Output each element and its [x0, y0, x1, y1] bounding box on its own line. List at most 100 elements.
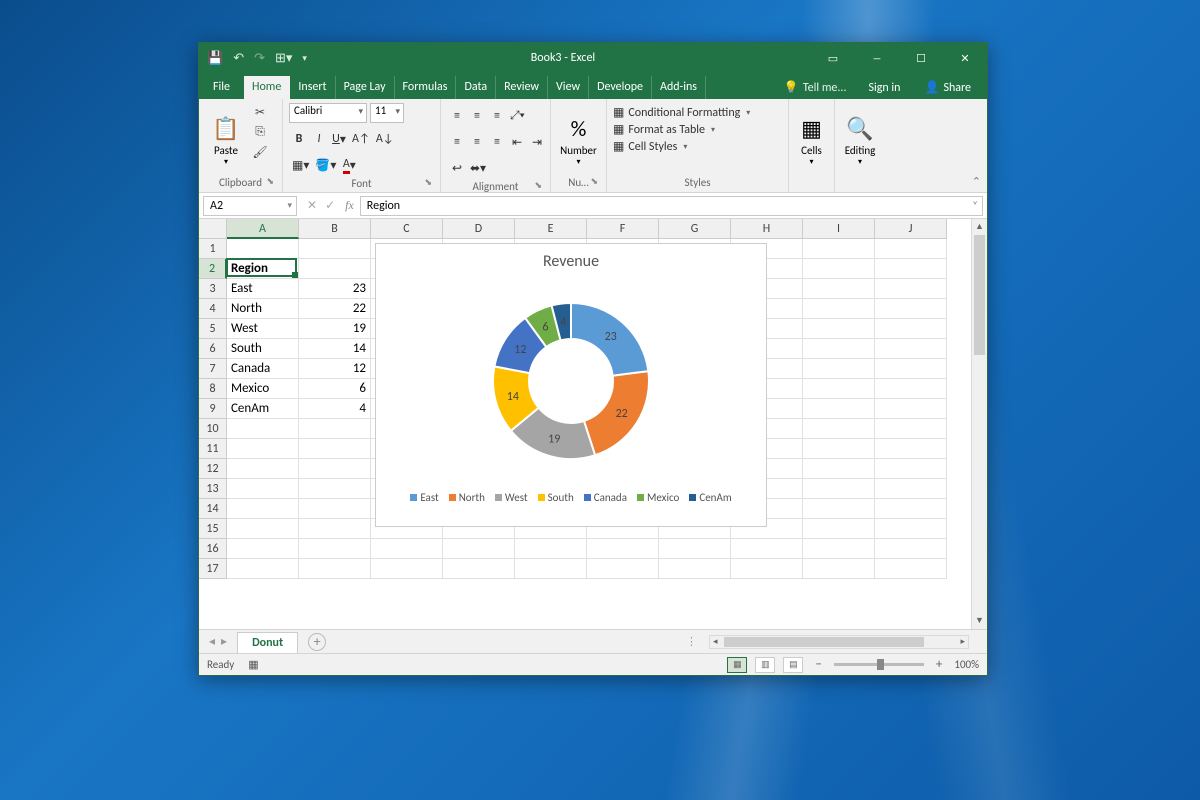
- cell-B2[interactable]: [299, 259, 371, 279]
- cell-B13[interactable]: [299, 479, 371, 499]
- scroll-down-icon[interactable]: ▼: [972, 613, 987, 629]
- row-header-11[interactable]: 11: [199, 439, 227, 459]
- cell-A10[interactable]: [227, 419, 299, 439]
- copy-icon[interactable]: ⎘: [251, 123, 269, 141]
- conditional-formatting-button[interactable]: ▦Conditional Formatting▾: [613, 105, 750, 120]
- cell-B8[interactable]: 6: [299, 379, 371, 399]
- row-header-16[interactable]: 16: [199, 539, 227, 559]
- row-header-14[interactable]: 14: [199, 499, 227, 519]
- cancel-formula-icon[interactable]: ✕: [307, 198, 317, 213]
- close-icon[interactable]: ✕: [943, 43, 987, 73]
- align-top-icon[interactable]: ≡: [447, 106, 467, 126]
- row-header-4[interactable]: 4: [199, 299, 227, 319]
- cell-B7[interactable]: 12: [299, 359, 371, 379]
- cell-B17[interactable]: [299, 559, 371, 579]
- cell-D16[interactable]: [443, 539, 515, 559]
- scroll-up-icon[interactable]: ▲: [972, 219, 987, 235]
- cell-J12[interactable]: [875, 459, 947, 479]
- cell-J1[interactable]: [875, 239, 947, 259]
- row-header-3[interactable]: 3: [199, 279, 227, 299]
- col-header-D[interactable]: D: [443, 219, 515, 239]
- cell-J6[interactable]: [875, 339, 947, 359]
- font-size-select[interactable]: 11: [370, 103, 404, 123]
- col-header-B[interactable]: B: [299, 219, 371, 239]
- col-header-J[interactable]: J: [875, 219, 947, 239]
- cell-I2[interactable]: [803, 259, 875, 279]
- tab-add-ins[interactable]: Add-ins: [652, 76, 706, 99]
- tell-me-search[interactable]: 💡Tell me...: [776, 80, 855, 95]
- underline-button[interactable]: U▾: [329, 129, 349, 149]
- row-header-13[interactable]: 13: [199, 479, 227, 499]
- cell-I8[interactable]: [803, 379, 875, 399]
- cell-B5[interactable]: 19: [299, 319, 371, 339]
- format-as-table-button[interactable]: ▦Format as Table▾: [613, 122, 750, 137]
- row-header-7[interactable]: 7: [199, 359, 227, 379]
- cell-E17[interactable]: [515, 559, 587, 579]
- align-right-icon[interactable]: ≡: [487, 132, 507, 152]
- indent-increase-icon[interactable]: ⇥: [527, 132, 547, 152]
- signin-link[interactable]: Sign in: [858, 81, 910, 95]
- cell-B12[interactable]: [299, 459, 371, 479]
- cell-A1[interactable]: [227, 239, 299, 259]
- tab-file[interactable]: File: [199, 76, 244, 99]
- share-button[interactable]: 👤Share: [914, 76, 981, 99]
- col-header-C[interactable]: C: [371, 219, 443, 239]
- cell-J17[interactable]: [875, 559, 947, 579]
- cell-B6[interactable]: 14: [299, 339, 371, 359]
- paste-button[interactable]: 📋Paste▾: [205, 103, 247, 169]
- align-center-icon[interactable]: ≡: [467, 132, 487, 152]
- minimize-icon[interactable]: ―: [855, 43, 899, 73]
- cell-J2[interactable]: [875, 259, 947, 279]
- save-icon[interactable]: 💾: [207, 51, 223, 66]
- cell-I12[interactable]: [803, 459, 875, 479]
- cell-A9[interactable]: CenAm: [227, 399, 299, 419]
- horizontal-scrollbar[interactable]: ◂ ▸: [709, 635, 969, 649]
- cell-F17[interactable]: [587, 559, 659, 579]
- cell-B15[interactable]: [299, 519, 371, 539]
- scroll-left-icon[interactable]: ◂: [713, 636, 718, 647]
- col-header-H[interactable]: H: [731, 219, 803, 239]
- cell-J3[interactable]: [875, 279, 947, 299]
- cell-B14[interactable]: [299, 499, 371, 519]
- cell-I13[interactable]: [803, 479, 875, 499]
- tab-review[interactable]: Review: [496, 76, 548, 99]
- view-page-layout-icon[interactable]: ▥: [755, 657, 775, 673]
- cell-C17[interactable]: [371, 559, 443, 579]
- cell-D17[interactable]: [443, 559, 515, 579]
- row-header-2[interactable]: 2: [199, 259, 227, 279]
- cell-A6[interactable]: South: [227, 339, 299, 359]
- zoom-in-button[interactable]: +: [932, 657, 946, 672]
- cell-I4[interactable]: [803, 299, 875, 319]
- decrease-font-icon[interactable]: A↓: [373, 129, 397, 149]
- collapse-ribbon-icon[interactable]: ⌃: [972, 175, 981, 188]
- format-painter-icon[interactable]: 🖌: [251, 143, 269, 161]
- cell-J4[interactable]: [875, 299, 947, 319]
- tab-view[interactable]: View: [548, 76, 589, 99]
- number-format-button[interactable]: %Number▾: [558, 103, 600, 169]
- wrap-text-icon[interactable]: ↩: [447, 158, 467, 178]
- touch-mode-icon[interactable]: ⊞▾: [275, 51, 292, 66]
- cell-F16[interactable]: [587, 539, 659, 559]
- cell-J11[interactable]: [875, 439, 947, 459]
- tab-pagelay[interactable]: Page Lay: [336, 76, 395, 99]
- cell-J13[interactable]: [875, 479, 947, 499]
- select-all-corner[interactable]: [199, 219, 227, 239]
- row-header-8[interactable]: 8: [199, 379, 227, 399]
- cell-A11[interactable]: [227, 439, 299, 459]
- cell-J14[interactable]: [875, 499, 947, 519]
- vertical-scrollbar[interactable]: ▲ ▼: [971, 219, 987, 629]
- cell-I1[interactable]: [803, 239, 875, 259]
- col-header-G[interactable]: G: [659, 219, 731, 239]
- ribbon-display-icon[interactable]: ▭: [811, 43, 855, 73]
- cell-J15[interactable]: [875, 519, 947, 539]
- zoom-out-button[interactable]: −: [811, 657, 825, 672]
- redo-icon[interactable]: ↷: [254, 51, 265, 66]
- new-sheet-button[interactable]: +: [308, 633, 326, 651]
- merge-center-icon[interactable]: ⬌▾: [467, 158, 489, 178]
- cell-J5[interactable]: [875, 319, 947, 339]
- cell-A13[interactable]: [227, 479, 299, 499]
- cell-styles-button[interactable]: ▦Cell Styles▾: [613, 139, 750, 154]
- embedded-chart[interactable]: Revenue 232219141264 EastNorthWestSouthC…: [375, 243, 767, 527]
- view-normal-icon[interactable]: ▦: [727, 657, 747, 673]
- row-header-5[interactable]: 5: [199, 319, 227, 339]
